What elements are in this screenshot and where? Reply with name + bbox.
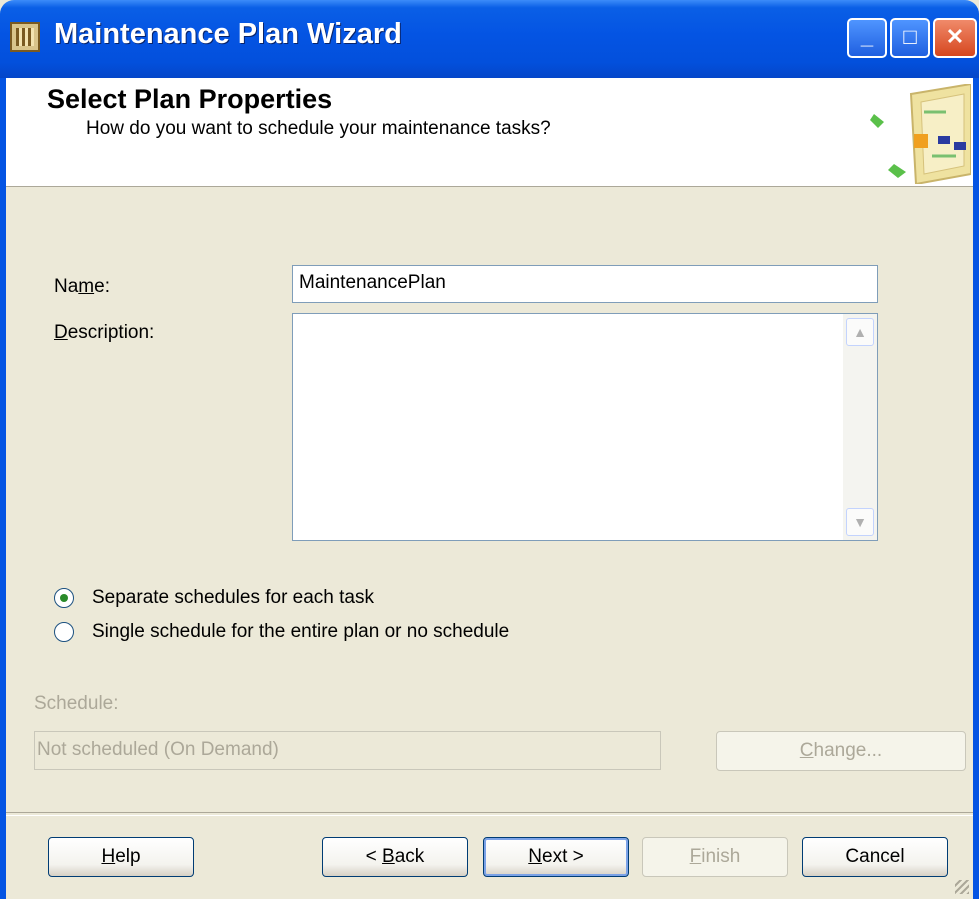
radio-label: Single schedule for the entire plan or n… [92, 621, 510, 642]
radio-single-schedule[interactable]: Single schedule for the entire plan or n… [54, 619, 509, 645]
schedule-label: Schedule: [34, 693, 119, 714]
maximize-button[interactable]: □ [890, 18, 930, 58]
radio-button-checked[interactable] [54, 588, 74, 608]
app-icon [10, 22, 40, 52]
name-label: Name: [54, 276, 110, 297]
close-button[interactable]: ✕ [933, 18, 977, 58]
description-scrollbar[interactable]: ▲ ▼ [843, 314, 877, 540]
scroll-down-icon[interactable]: ▼ [846, 508, 874, 536]
resize-grip-icon[interactable] [955, 880, 969, 894]
description-field[interactable]: ▲ ▼ [292, 313, 878, 541]
finish-button: Finish [642, 837, 788, 877]
maintenance-plan-wizard-window: Maintenance Plan Wizard _ □ ✕ Select Pla… [0, 0, 979, 899]
help-button[interactable]: Help [48, 837, 194, 877]
radio-button-unchecked[interactable] [54, 622, 74, 642]
change-button: Change... [716, 731, 966, 771]
minimize-button[interactable]: _ [847, 18, 887, 58]
radio-label: Separate schedules for each task [92, 587, 375, 608]
title-bar[interactable]: Maintenance Plan Wizard _ □ ✕ [0, 0, 979, 78]
name-field[interactable]: MaintenancePlan [292, 265, 878, 303]
window-title: Maintenance Plan Wizard [54, 18, 402, 50]
next-button[interactable]: Next > [483, 837, 629, 877]
description-label: Description: [54, 322, 155, 343]
page-title: Select Plan Properties [47, 84, 333, 114]
back-button[interactable]: < Back [322, 837, 468, 877]
wizard-plan-icon [870, 84, 971, 184]
scroll-up-icon[interactable]: ▲ [846, 318, 874, 346]
wizard-header: Select Plan Properties How do you want t… [6, 78, 973, 187]
window-frame-right [973, 78, 979, 899]
window-frame-left [0, 78, 6, 899]
footer-divider [6, 812, 973, 816]
page-subtitle: How do you want to schedule your mainten… [86, 118, 551, 139]
schedule-field: Not scheduled (On Demand) [34, 731, 661, 770]
cancel-button[interactable]: Cancel [802, 837, 948, 877]
radio-separate-schedules[interactable]: Separate schedules for each task [54, 585, 374, 611]
